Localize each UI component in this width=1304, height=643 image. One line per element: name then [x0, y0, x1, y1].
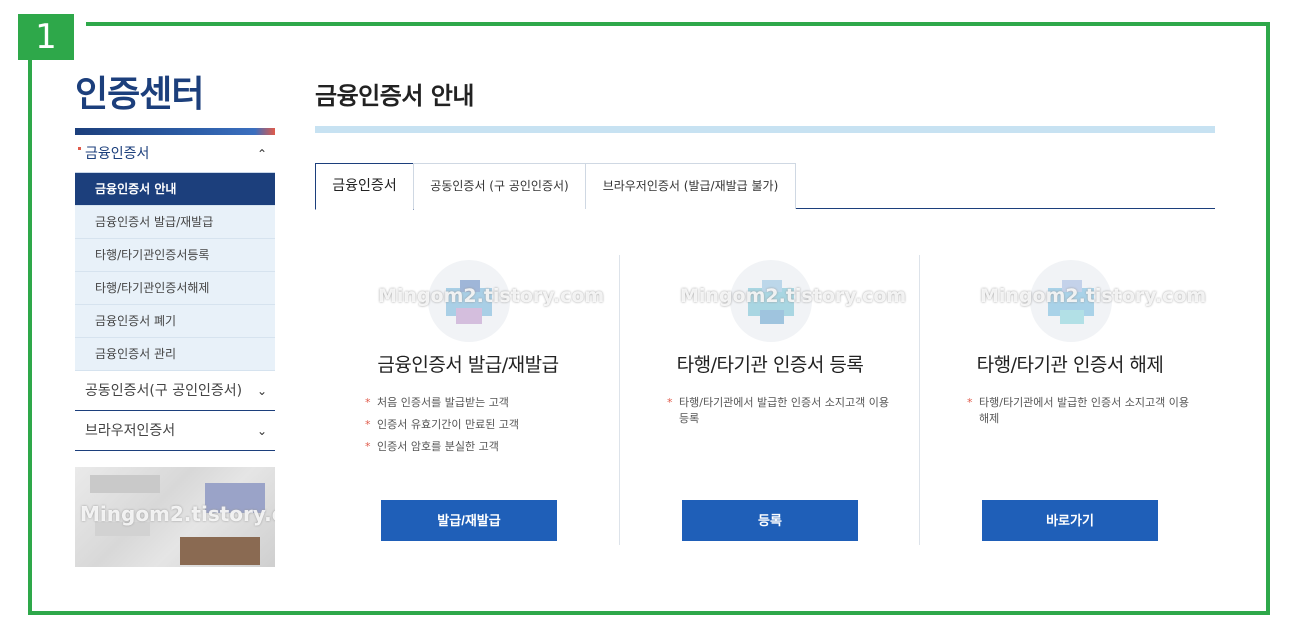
step-badge: 1 [18, 14, 74, 60]
menu-group-label: 브라우저인증서 [85, 423, 176, 439]
submenu-item-cert-issue[interactable]: 금융인증서 발급/재발급 [75, 206, 275, 239]
menu-group-label: 공동인증서(구 공인인증서) [85, 383, 243, 399]
submenu-item-cert-manage[interactable]: 금융인증서 관리 [75, 338, 275, 371]
watermark-text: Mingom2.tistory.com [378, 285, 605, 307]
card-description-list: 타행/타기관에서 발급한 인증서 소지고객 이용등록 [667, 395, 897, 433]
submenu-item-other-register[interactable]: 타행/타기관인증서등록 [75, 239, 275, 272]
tab-joint-cert[interactable]: 공동인증서 (구 공인인증서) [413, 163, 586, 209]
card-release: Mingom2.tistory.com 타행/타기관 인증서 해제 타행/타기관… [919, 255, 1219, 545]
submenu-item-cert-guide[interactable]: 금융인증서 안내 [75, 173, 275, 206]
promo-banner[interactable]: Mingom2.tistory.com [75, 467, 275, 567]
card-row: Mingom2.tistory.com 금융인증서 발급/재발급 처음 인증서를… [315, 255, 1215, 545]
register-button[interactable]: 등록 [682, 500, 858, 541]
sidebar-title: 인증센터 [75, 74, 204, 115]
list-item: 인증서 유효기간이 만료된 고객 [365, 417, 595, 433]
list-item: 타행/타기관에서 발급한 인증서 소지고객 이용등록 [667, 395, 897, 427]
watermark-text: Mingom2.tistory.com [680, 285, 907, 307]
menu-group-joint-cert[interactable]: 공동인증서(구 공인인증서) ⌄ [75, 371, 275, 411]
menu-group-label: 금융인증서 [85, 146, 150, 162]
menu-group-financial-cert[interactable]: 금융인증서 ⌃ [75, 135, 275, 173]
blurred-block [180, 537, 260, 565]
submenu: 금융인증서 안내 금융인증서 발급/재발급 타행/타기관인증서등록 타행/타기관… [75, 173, 275, 371]
bullet-dot-icon [78, 147, 81, 150]
card-description-list: 처음 인증서를 발급받는 고객 인증서 유효기간이 만료된 고객 인증서 암호를… [365, 395, 595, 461]
blurred-block [90, 475, 160, 493]
list-item: 인증서 암호를 분실한 고객 [365, 439, 595, 455]
sidebar-title-bar [75, 128, 275, 135]
list-item: 처음 인증서를 발급받는 고객 [365, 395, 595, 411]
submenu-item-other-release[interactable]: 타행/타기관인증서해제 [75, 272, 275, 305]
tab-browser-cert[interactable]: 브라우저인증서 (발급/재발급 불가) [585, 163, 796, 209]
menu-group-browser-cert[interactable]: 브라우저인증서 ⌄ [75, 411, 275, 451]
issue-reissue-button[interactable]: 발급/재발급 [381, 500, 557, 541]
watermark-text: Mingom2.tistory.com [80, 502, 275, 526]
chevron-up-icon[interactable]: ⌃ [257, 135, 267, 173]
submenu-item-cert-revoke[interactable]: 금융인증서 폐기 [75, 305, 275, 338]
card-title: 타행/타기관 인증서 등록 [676, 354, 864, 376]
card-issue: Mingom2.tistory.com 금융인증서 발급/재발급 처음 인증서를… [318, 255, 618, 545]
page-title: 금융인증서 안내 [315, 82, 474, 110]
shortcut-button[interactable]: 바로가기 [982, 500, 1158, 541]
chevron-down-icon[interactable]: ⌄ [257, 411, 267, 451]
card-register: Mingom2.tistory.com 타행/타기관 인증서 등록 타행/타기관… [619, 255, 919, 545]
card-title: 타행/타기관 인증서 해제 [976, 354, 1164, 376]
sidebar: 인증센터 금융인증서 ⌃ 금융인증서 안내 금융인증서 발급/재발급 타행/타기… [75, 70, 275, 567]
card-description-list: 타행/타기관에서 발급한 인증서 소지고객 이용해제 [967, 395, 1197, 433]
tab-bar: 금융인증서 공동인증서 (구 공인인증서) 브라우저인증서 (발급/재발급 불가… [315, 163, 1215, 210]
tab-financial-cert[interactable]: 금융인증서 [315, 163, 414, 210]
page-title-bar [315, 126, 1215, 133]
chevron-down-icon[interactable]: ⌄ [257, 371, 267, 411]
watermark-text: Mingom2.tistory.com [980, 285, 1207, 307]
main-content: 금융인증서 안내 금융인증서 공동인증서 (구 공인인증서) 브라우저인증서 (… [315, 70, 1215, 545]
frame-gap [74, 14, 86, 30]
card-title: 금융인증서 발급/재발급 [377, 354, 559, 376]
list-item: 타행/타기관에서 발급한 인증서 소지고객 이용해제 [967, 395, 1197, 427]
